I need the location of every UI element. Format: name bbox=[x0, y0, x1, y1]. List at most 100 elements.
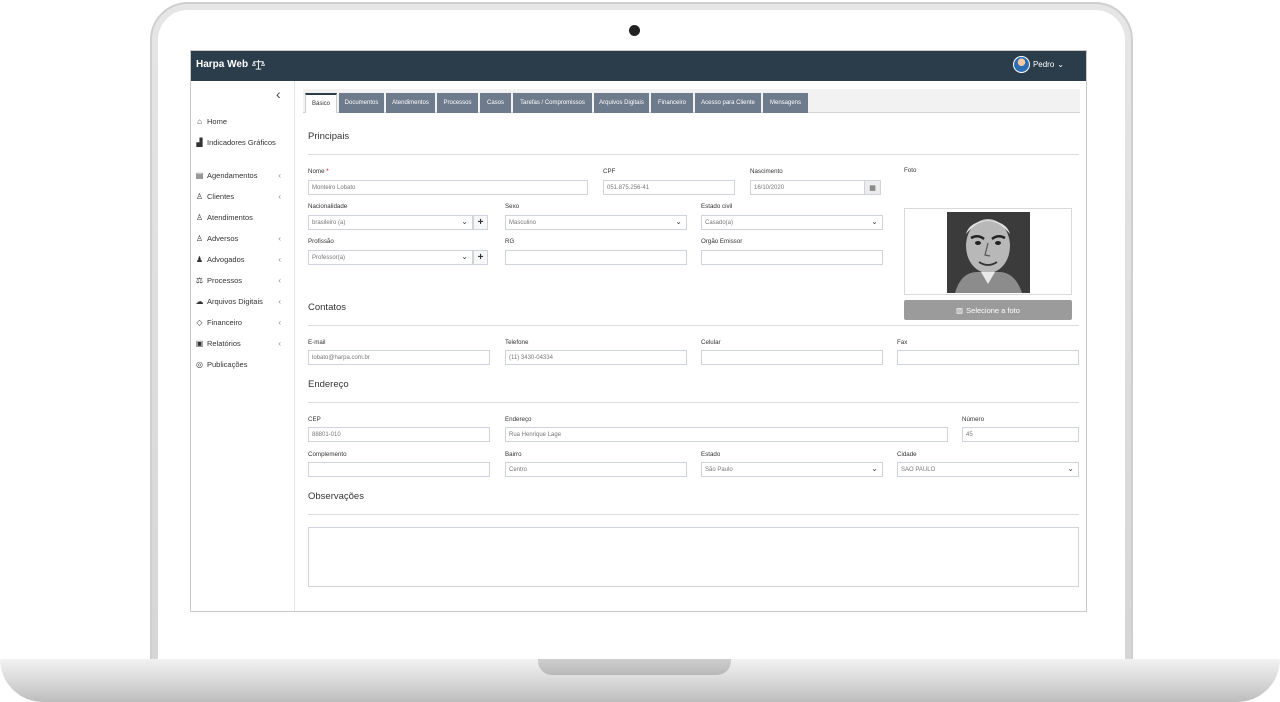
telefone-label: Telefone bbox=[505, 339, 529, 346]
add-profissao-button[interactable]: + bbox=[473, 250, 488, 265]
nome-field[interactable]: Monteiro Lobato bbox=[308, 180, 588, 195]
user-menu[interactable]: Pedro ⌄ bbox=[1012, 56, 1064, 73]
cidade-select[interactable]: SAO PAULO bbox=[897, 462, 1079, 477]
users-icon: ♙ bbox=[195, 233, 204, 243]
section-title-observacoes: Observações bbox=[308, 491, 364, 502]
tab-basico[interactable]: Básico bbox=[305, 93, 337, 113]
celular-label: Celular bbox=[701, 339, 721, 346]
tag-icon: ◇ bbox=[196, 317, 203, 327]
main-content: Básico Documentos Atendimentos Processos… bbox=[295, 81, 1086, 611]
nascimento-label: Nascimento bbox=[750, 168, 783, 175]
complemento-field[interactable] bbox=[308, 462, 490, 477]
sexo-label: Sexo bbox=[505, 203, 520, 210]
collapse-sidebar-icon[interactable]: ‹ bbox=[276, 86, 281, 102]
cep-label: CEP bbox=[308, 416, 321, 423]
sidebar-item-label: Relatórios bbox=[207, 338, 241, 348]
endereco-label: Endereço bbox=[505, 416, 532, 423]
cep-field[interactable]: 88801-010 bbox=[308, 427, 490, 442]
bar-chart-icon: ▟ bbox=[196, 137, 203, 147]
foto-label: Foto bbox=[904, 167, 917, 174]
sidebar-item-publicacoes[interactable]: ◎ Publicações bbox=[195, 356, 289, 372]
divider bbox=[308, 402, 1079, 403]
sidebar-item-label: Atendimentos bbox=[207, 212, 253, 222]
sidebar-item-relatorios[interactable]: ▣ Relatórios ‹ bbox=[195, 335, 289, 351]
estado-civil-select[interactable]: Casado(a) bbox=[701, 215, 883, 230]
sidebar-item-clientes[interactable]: ♙ Clientes ‹ bbox=[195, 188, 289, 204]
tab-arquivos-digitais[interactable]: Arquivos Digitais bbox=[594, 93, 649, 113]
database-icon: ◎ bbox=[196, 359, 203, 369]
user-name: Pedro bbox=[1032, 60, 1055, 69]
sidebar-item-label: Agendamentos bbox=[207, 170, 258, 180]
sidebar-item-label: Financeiro bbox=[207, 317, 243, 327]
email-field[interactable]: lobato@harpa.com.br bbox=[308, 350, 490, 365]
nome-label: Nome * bbox=[308, 168, 329, 175]
section-title-principais: Principais bbox=[308, 131, 350, 142]
image-icon: ▨ bbox=[956, 305, 964, 315]
sidebar-item-adversos[interactable]: ♙ Adversos ‹ bbox=[195, 230, 289, 246]
tab-mensagens[interactable]: Mensagens bbox=[763, 93, 808, 113]
tab-documentos[interactable]: Documentos bbox=[339, 93, 384, 113]
observacoes-textarea[interactable] bbox=[308, 527, 1079, 587]
home-icon: ⌂ bbox=[197, 116, 202, 126]
fax-field[interactable] bbox=[897, 350, 1079, 365]
sidebar-item-arquivos-digitais[interactable]: ☁ Arquivos Digitais ‹ bbox=[195, 293, 289, 309]
users-icon: ♙ bbox=[195, 212, 204, 222]
avatar bbox=[1012, 56, 1030, 73]
tab-tarefas[interactable]: Tarefas / Compromissos bbox=[513, 93, 592, 113]
estado-select[interactable]: São Paulo bbox=[701, 462, 883, 477]
bairro-label: Bairro bbox=[505, 451, 522, 458]
user-icon: ♙ bbox=[195, 191, 204, 201]
chevron-left-icon: ‹ bbox=[278, 233, 281, 243]
nacionalidade-select[interactable]: brasileiro (a) bbox=[308, 215, 473, 230]
tab-acesso-cliente[interactable]: Acesso para Cliente bbox=[695, 93, 761, 113]
endereco-field[interactable]: Rua Henrique Lage bbox=[505, 427, 948, 442]
add-nacionalidade-button[interactable]: + bbox=[473, 215, 488, 230]
select-photo-button[interactable]: ▨ Selecione a foto bbox=[904, 300, 1072, 320]
numero-field[interactable]: 45 bbox=[962, 427, 1079, 442]
divider bbox=[308, 514, 1079, 515]
sidebar-item-label: Publicações bbox=[207, 359, 248, 369]
sidebar-item-home[interactable]: ⌂ Home bbox=[195, 113, 289, 129]
bairro-field[interactable]: Centro bbox=[505, 462, 687, 477]
sidebar-item-label: Home bbox=[207, 116, 228, 126]
sidebar-item-financeiro[interactable]: ◇ Financeiro ‹ bbox=[195, 314, 289, 330]
app-screen: Harpa Web Pedro ⌄ ‹ ⌂ Home ▟ Indicadores… bbox=[190, 50, 1087, 612]
brand[interactable]: Harpa Web bbox=[196, 59, 266, 70]
tab-processos[interactable]: Processos bbox=[437, 93, 478, 113]
nascimento-field[interactable]: 16/10/2020 bbox=[750, 180, 865, 195]
tab-atendimentos[interactable]: Atendimentos bbox=[386, 93, 435, 113]
fax-label: Fax bbox=[897, 339, 908, 346]
laptop-notch bbox=[538, 659, 731, 675]
sidebar: ‹ ⌂ Home ▟ Indicadores Gráficos ▤ Agenda… bbox=[191, 81, 295, 611]
numero-label: Número bbox=[962, 416, 985, 423]
brand-name: Harpa Web bbox=[196, 59, 249, 70]
chevron-left-icon: ‹ bbox=[278, 254, 281, 264]
orgao-emissor-field[interactable] bbox=[701, 250, 883, 265]
sidebar-item-atendimentos[interactable]: ♙ Atendimentos bbox=[195, 209, 289, 225]
sexo-select[interactable]: Masculino bbox=[505, 215, 687, 230]
portrait-image bbox=[947, 212, 1030, 293]
camera bbox=[629, 25, 640, 36]
sidebar-item-advogados[interactable]: ♟ Advogados ‹ bbox=[195, 251, 289, 267]
profissao-select[interactable]: Professor(a) bbox=[308, 250, 473, 265]
sidebar-item-label: Adversos bbox=[207, 233, 239, 243]
tab-casos[interactable]: Casos bbox=[480, 93, 511, 113]
sidebar-item-indicadores[interactable]: ▟ Indicadores Gráficos bbox=[195, 134, 289, 150]
nacionalidade-label: Nacionalidade bbox=[308, 203, 348, 210]
email-label: E-mail bbox=[308, 339, 326, 346]
sidebar-item-processos[interactable]: ⚖ Processos ‹ bbox=[195, 272, 289, 288]
calendar-icon[interactable]: ▦ bbox=[864, 180, 881, 195]
cpf-label: CPF bbox=[603, 168, 616, 175]
cpf-field[interactable]: 051.875.256-41 bbox=[603, 180, 735, 195]
rg-field[interactable] bbox=[505, 250, 687, 265]
chevron-left-icon: ‹ bbox=[278, 170, 281, 180]
orgao-emissor-label: Orgão Emissor bbox=[701, 238, 743, 245]
telefone-field[interactable]: (11) 3430-04334 bbox=[505, 350, 687, 365]
chevron-left-icon: ‹ bbox=[278, 275, 281, 285]
sidebar-item-agendamentos[interactable]: ▤ Agendamentos ‹ bbox=[195, 167, 289, 183]
tab-financeiro[interactable]: Financeiro bbox=[651, 93, 693, 113]
celular-field[interactable] bbox=[701, 350, 883, 365]
estado-civil-label: Estado civil bbox=[701, 203, 733, 210]
cidade-label: Cidade bbox=[897, 451, 917, 458]
profile-photo bbox=[947, 212, 1030, 293]
